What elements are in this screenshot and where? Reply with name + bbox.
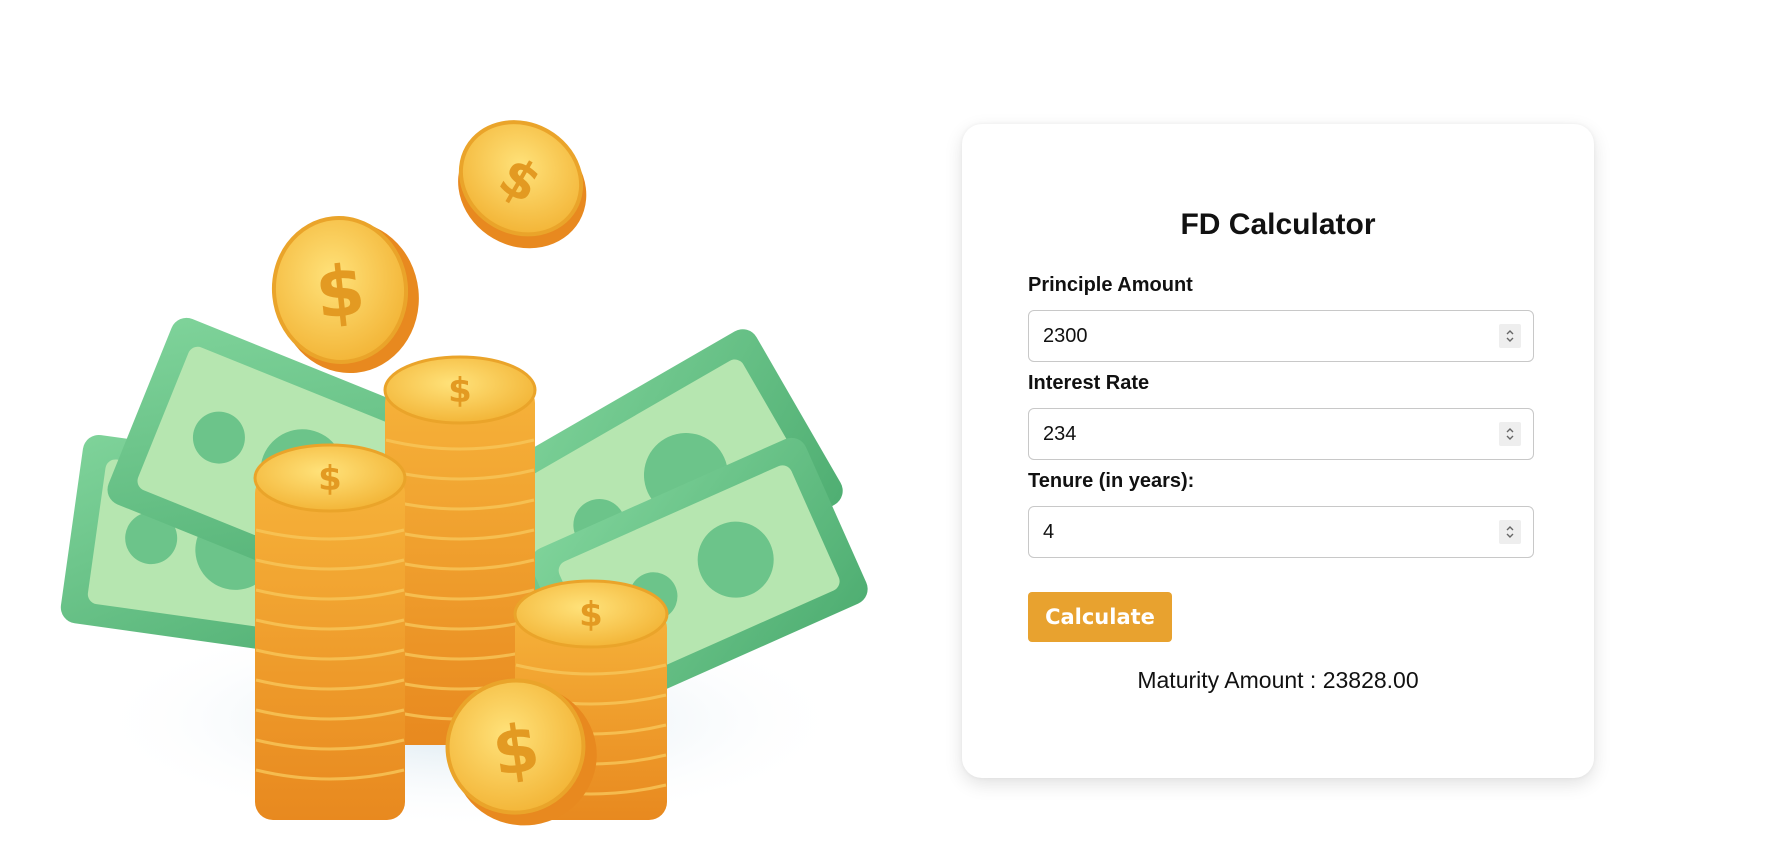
tenure-label: Tenure (in years): (1028, 470, 1195, 492)
svg-text:$: $ (318, 459, 342, 499)
svg-text:$: $ (312, 249, 369, 336)
interest-rate-label: Interest Rate (1028, 372, 1150, 394)
fd-calculator-card: FD Calculator Principle Amount 2300 Inte… (962, 124, 1594, 778)
principle-amount-value: 2300 (1043, 324, 1088, 347)
number-spinner-icon[interactable] (1499, 324, 1521, 348)
tenure-value: 4 (1043, 520, 1055, 543)
principle-amount-label: Principle Amount (1028, 274, 1193, 296)
tenure-input[interactable]: 4 (1028, 506, 1534, 558)
money-coins-illustration: $ $ $ $ $ $ (50, 120, 900, 850)
page: $ $ $ $ $ $ FD Calculator Principle Amou… (0, 0, 1767, 862)
principle-amount-input[interactable]: 2300 (1028, 310, 1534, 362)
calculate-button[interactable]: Calculate (1028, 592, 1172, 642)
number-spinner-icon[interactable] (1499, 520, 1521, 544)
interest-rate-input[interactable]: 234 (1028, 408, 1534, 460)
svg-text:$: $ (448, 371, 472, 411)
number-spinner-icon[interactable] (1499, 422, 1521, 446)
maturity-amount-result: Maturity Amount : 23828.00 (1137, 667, 1419, 693)
page-title: FD Calculator (1180, 208, 1376, 241)
svg-text:$: $ (579, 595, 603, 635)
interest-rate-value: 234 (1043, 422, 1077, 445)
